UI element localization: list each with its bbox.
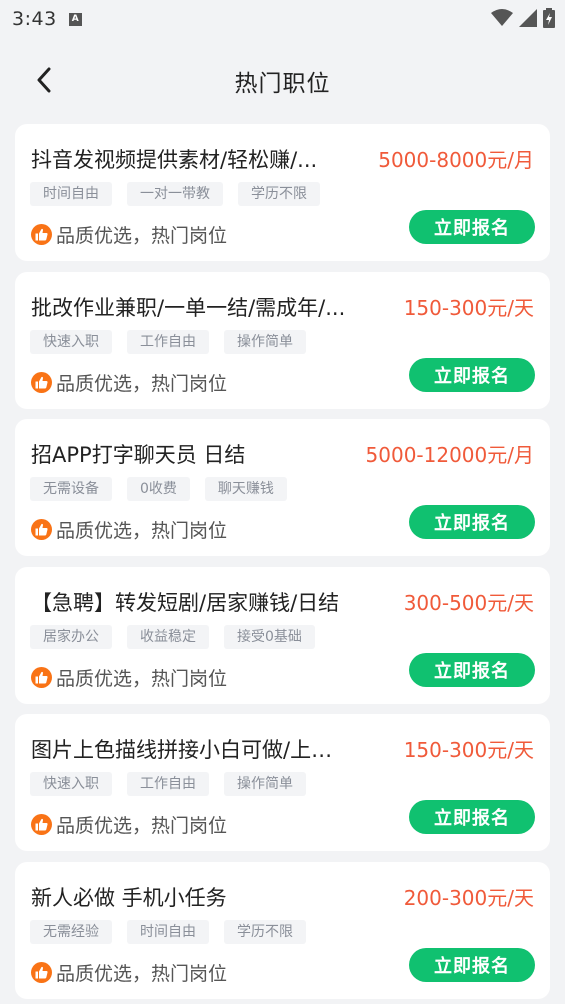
job-salary: 5000-8000元/月 — [378, 148, 534, 172]
page-title: 热门职位 — [234, 71, 331, 97]
job-tags: 时间自由 一对一带教 学历不限 — [30, 182, 320, 206]
job-title: 新人必做 手机小任务 — [31, 885, 227, 910]
signal-icon — [519, 9, 537, 27]
job-tags: 居家办公 收益稳定 接受0基础 — [30, 624, 315, 649]
thumbs-up-icon — [31, 814, 52, 835]
job-title: 抖音发视频提供素材/轻松赚/... — [31, 148, 318, 172]
notification-a-icon: A — [68, 12, 82, 26]
apply-button[interactable]: 立即报名 — [409, 652, 535, 687]
thumbs-up-icon — [31, 224, 52, 245]
job-tag: 无需设备 — [30, 477, 112, 501]
quality-text: 品质优选，热门岗位 — [56, 962, 228, 985]
job-title: 图片上色描线拼接小白可做/上… — [31, 738, 333, 762]
thumbs-up-icon — [31, 961, 52, 983]
job-tag: 时间自由 — [30, 182, 112, 206]
quality-text: 品质优选，热门岗位 — [56, 815, 228, 837]
job-tag: 一对一带教 — [127, 182, 223, 206]
job-title: 批改作业兼职/一单一结/需成年/... — [31, 295, 346, 320]
status-bar: 3:43 A — [0, 0, 565, 38]
job-tag: 收益稳定 — [127, 624, 209, 649]
job-card[interactable]: 新人必做 手机小任务 200-300元/天 无需经验 时间自由 学历不限 品质优选，… — [15, 861, 550, 999]
status-time: 3:43 — [12, 8, 57, 30]
chevron-left-icon — [37, 67, 51, 93]
quality-badge: 品质优选，热门岗位 — [31, 811, 227, 838]
job-tag: 无需经验 — [30, 919, 112, 944]
job-tags: 快速入职 工作自由 操作简单 — [30, 772, 306, 796]
apply-button[interactable]: 立即报名 — [409, 210, 535, 244]
quality-badge: 品质优选，热门岗位 — [31, 221, 227, 248]
job-tags: 无需经验 时间自由 学历不限 — [30, 919, 306, 944]
job-card[interactable]: 图片上色描线拼接小白可做/上… 150-300元/天 快速入职 工作自由 操作简单 … — [15, 714, 550, 851]
job-tag: 学历不限 — [238, 182, 320, 206]
apply-button[interactable]: 立即报名 — [409, 947, 535, 982]
job-card[interactable]: 【急聘】转发短剧/居家赚钱/日结 300-500元/天 居家办公 收益稳定 接受0基… — [15, 566, 550, 704]
job-tag: 操作简单 — [224, 329, 306, 354]
quality-badge: 品质优选，热门岗位 — [31, 516, 227, 543]
thumbs-up-icon — [31, 371, 52, 393]
job-tag: 操作简单 — [224, 772, 306, 796]
quality-badge: 品质优选，热门岗位 — [31, 959, 227, 986]
wifi-icon — [491, 9, 513, 26]
job-card[interactable]: 抖音发视频提供素材/轻松赚/... 5000-8000元/月 时间自由 一对一带教… — [15, 124, 550, 261]
quality-badge: 品质优选，热门岗位 — [31, 369, 227, 396]
apply-button[interactable]: 立即报名 — [409, 357, 535, 392]
job-tag: 聊天赚钱 — [204, 477, 287, 501]
job-salary: 200-300元/天 — [403, 885, 534, 910]
quality-text: 品质优选，热门岗位 — [56, 225, 228, 247]
job-tag: 时间自由 — [127, 919, 209, 944]
job-tag: 0收费 — [127, 477, 190, 501]
job-tag: 工作自由 — [127, 329, 209, 354]
thumbs-up-icon — [31, 519, 52, 540]
job-tag: 接受0基础 — [224, 624, 315, 649]
page-header: 热门职位 — [0, 38, 565, 124]
back-button[interactable] — [30, 66, 58, 94]
job-salary: 150-300元/天 — [403, 738, 534, 762]
job-title: 招APP打字聊天员 日结 — [31, 443, 246, 467]
apply-button[interactable]: 立即报名 — [409, 505, 535, 539]
thumbs-up-icon — [31, 666, 52, 688]
job-tags: 无需设备 0收费 聊天赚钱 — [30, 477, 287, 501]
job-list: 抖音发视频提供素材/轻松赚/... 5000-8000元/月 时间自由 一对一带教… — [0, 124, 565, 999]
apply-button[interactable]: 立即报名 — [409, 800, 535, 834]
quality-text: 品质优选，热门岗位 — [56, 372, 228, 395]
job-card[interactable]: 招APP打字聊天员 日结 5000-12000元/月 无需设备 0收费 聊天赚钱 品… — [15, 419, 550, 556]
battery-icon — [543, 8, 555, 28]
quality-badge: 品质优选，热门岗位 — [31, 664, 227, 691]
job-salary: 300-500元/天 — [403, 590, 534, 615]
status-icons — [491, 8, 555, 28]
job-tag: 居家办公 — [30, 624, 112, 649]
job-tag: 学历不限 — [224, 919, 306, 944]
job-tag: 工作自由 — [127, 772, 209, 796]
job-salary: 150-300元/天 — [403, 295, 534, 320]
job-tag: 快速入职 — [30, 772, 112, 796]
job-salary: 5000-12000元/月 — [365, 443, 534, 467]
job-card[interactable]: 批改作业兼职/一单一结/需成年/... 150-300元/天 快速入职 工作自由操… — [15, 271, 550, 409]
quality-text: 品质优选，热门岗位 — [56, 520, 228, 542]
quality-text: 品质优选，热门岗位 — [56, 667, 228, 690]
job-title: 【急聘】转发短剧/居家赚钱/日结 — [31, 590, 340, 615]
job-tags: 快速入职 工作自由 操作简单 — [30, 329, 306, 354]
job-tag: 快速入职 — [30, 329, 112, 354]
